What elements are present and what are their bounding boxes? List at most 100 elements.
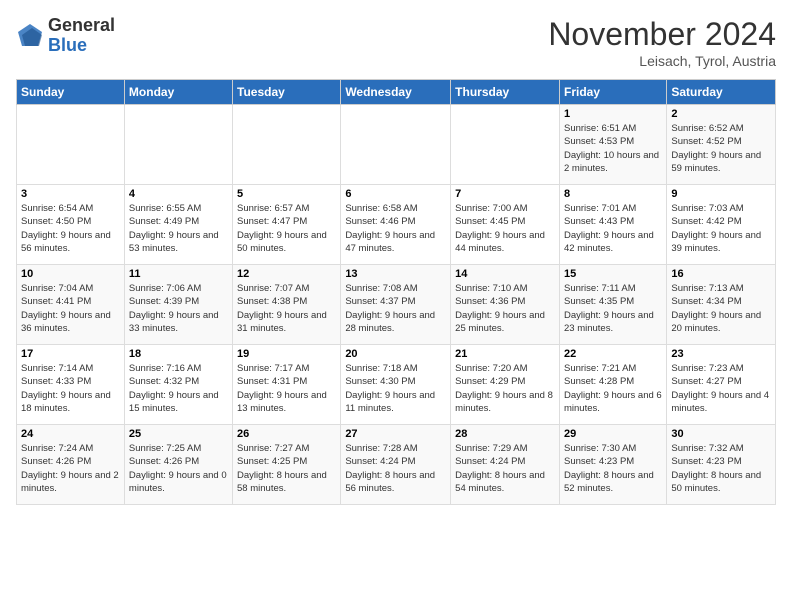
day-number: 1 — [564, 108, 662, 120]
calendar-cell: 25 Sunrise: 7:25 AM Sunset: 4:26 PM Dayli… — [124, 425, 232, 505]
day-info: Sunrise: 6:54 AM Sunset: 4:50 PM Dayligh… — [21, 202, 120, 255]
calendar-week-1: 1 Sunrise: 6:51 AM Sunset: 4:53 PM Daylig… — [17, 105, 776, 185]
calendar-header-row: Sunday Monday Tuesday Wednesday Thursday… — [17, 80, 776, 105]
day-info: Sunrise: 7:18 AM Sunset: 4:30 PM Dayligh… — [345, 362, 446, 415]
day-info: Sunrise: 7:14 AM Sunset: 4:33 PM Dayligh… — [21, 362, 120, 415]
calendar-cell: 17Sunrise: 7:14 AM Sunset: 4:33 PM Dayli… — [17, 345, 125, 425]
calendar-week-2: 3 Sunrise: 6:54 AM Sunset: 4:50 PM Daylig… — [17, 185, 776, 265]
logo: General Blue — [16, 16, 115, 56]
calendar-cell — [17, 105, 125, 185]
header-wednesday: Wednesday — [341, 80, 451, 105]
day-number: 19 — [237, 348, 336, 360]
day-info: Sunrise: 7:24 AM Sunset: 4:26 PM Dayligh… — [21, 442, 120, 495]
day-number: 24 — [21, 428, 120, 440]
day-number: 6 — [345, 188, 446, 200]
day-info: Sunrise: 6:52 AM Sunset: 4:52 PM Dayligh… — [671, 122, 771, 175]
calendar-cell — [233, 105, 341, 185]
day-info: Sunrise: 7:11 AM Sunset: 4:35 PM Dayligh… — [564, 282, 662, 335]
day-number: 14 — [455, 268, 555, 280]
calendar-cell: 19 Sunrise: 7:17 AM Sunset: 4:31 PM Dayli… — [233, 345, 341, 425]
day-number: 21 — [455, 348, 555, 360]
header-thursday: Thursday — [451, 80, 560, 105]
calendar-cell: 18 Sunrise: 7:16 AM Sunset: 4:32 PM Dayli… — [124, 345, 232, 425]
calendar-cell: 23Sunrise: 7:23 AM Sunset: 4:27 PM Dayli… — [667, 345, 776, 425]
month-title: November 2024 — [548, 16, 776, 53]
calendar-cell: 16 Sunrise: 7:13 AM Sunset: 4:34 PM Dayli… — [667, 265, 776, 345]
calendar-table: Sunday Monday Tuesday Wednesday Thursday… — [16, 79, 776, 505]
calendar-cell: 22Sunrise: 7:21 AM Sunset: 4:28 PM Dayli… — [559, 345, 666, 425]
day-number: 25 — [129, 428, 228, 440]
day-info: Sunrise: 6:58 AM Sunset: 4:46 PM Dayligh… — [345, 202, 446, 255]
day-info: Sunrise: 7:00 AM Sunset: 4:45 PM Dayligh… — [455, 202, 555, 255]
day-info: Sunrise: 6:51 AM Sunset: 4:53 PM Dayligh… — [564, 122, 662, 175]
day-info: Sunrise: 7:29 AM Sunset: 4:24 PM Dayligh… — [455, 442, 555, 495]
header-monday: Monday — [124, 80, 232, 105]
calendar-week-5: 24 Sunrise: 7:24 AM Sunset: 4:26 PM Dayli… — [17, 425, 776, 505]
day-number: 27 — [345, 428, 446, 440]
logo-blue: Blue — [48, 35, 87, 55]
location-subtitle: Leisach, Tyrol, Austria — [548, 53, 776, 69]
day-number: 29 — [564, 428, 662, 440]
day-number: 15 — [564, 268, 662, 280]
day-number: 20 — [345, 348, 446, 360]
day-info: Sunrise: 7:23 AM Sunset: 4:27 PM Dayligh… — [671, 362, 771, 415]
calendar-cell: 28Sunrise: 7:29 AM Sunset: 4:24 PM Dayli… — [451, 425, 560, 505]
calendar-week-4: 17Sunrise: 7:14 AM Sunset: 4:33 PM Dayli… — [17, 345, 776, 425]
day-number: 30 — [671, 428, 771, 440]
day-number: 3 — [21, 188, 120, 200]
calendar-cell: 15 Sunrise: 7:11 AM Sunset: 4:35 PM Dayli… — [559, 265, 666, 345]
day-info: Sunrise: 7:27 AM Sunset: 4:25 PM Dayligh… — [237, 442, 336, 495]
day-info: Sunrise: 7:25 AM Sunset: 4:26 PM Dayligh… — [129, 442, 228, 495]
calendar-cell: 5 Sunrise: 6:57 AM Sunset: 4:47 PM Daylig… — [233, 185, 341, 265]
calendar-cell: 29Sunrise: 7:30 AM Sunset: 4:23 PM Dayli… — [559, 425, 666, 505]
calendar-cell: 9Sunrise: 7:03 AM Sunset: 4:42 PM Daylig… — [667, 185, 776, 265]
header-sunday: Sunday — [17, 80, 125, 105]
calendar-cell: 13 Sunrise: 7:08 AM Sunset: 4:37 PM Dayli… — [341, 265, 451, 345]
day-info: Sunrise: 7:28 AM Sunset: 4:24 PM Dayligh… — [345, 442, 446, 495]
calendar-cell: 1 Sunrise: 6:51 AM Sunset: 4:53 PM Daylig… — [559, 105, 666, 185]
day-info: Sunrise: 7:10 AM Sunset: 4:36 PM Dayligh… — [455, 282, 555, 335]
day-number: 16 — [671, 268, 771, 280]
calendar-cell: 4 Sunrise: 6:55 AM Sunset: 4:49 PM Daylig… — [124, 185, 232, 265]
day-info: Sunrise: 7:03 AM Sunset: 4:42 PM Dayligh… — [671, 202, 771, 255]
calendar-cell: 7Sunrise: 7:00 AM Sunset: 4:45 PM Daylig… — [451, 185, 560, 265]
calendar-cell: 11Sunrise: 7:06 AM Sunset: 4:39 PM Dayli… — [124, 265, 232, 345]
day-info: Sunrise: 6:55 AM Sunset: 4:49 PM Dayligh… — [129, 202, 228, 255]
logo-text: General Blue — [48, 16, 115, 56]
day-info: Sunrise: 7:17 AM Sunset: 4:31 PM Dayligh… — [237, 362, 336, 415]
header-friday: Friday — [559, 80, 666, 105]
calendar-cell: 14 Sunrise: 7:10 AM Sunset: 4:36 PM Dayli… — [451, 265, 560, 345]
calendar-cell: 12Sunrise: 7:07 AM Sunset: 4:38 PM Dayli… — [233, 265, 341, 345]
day-number: 2 — [671, 108, 771, 120]
day-info: Sunrise: 7:13 AM Sunset: 4:34 PM Dayligh… — [671, 282, 771, 335]
header-tuesday: Tuesday — [233, 80, 341, 105]
page-header: General Blue November 2024 Leisach, Tyro… — [16, 16, 776, 69]
day-number: 5 — [237, 188, 336, 200]
day-info: Sunrise: 7:07 AM Sunset: 4:38 PM Dayligh… — [237, 282, 336, 335]
calendar-cell: 2 Sunrise: 6:52 AM Sunset: 4:52 PM Daylig… — [667, 105, 776, 185]
day-info: Sunrise: 7:01 AM Sunset: 4:43 PM Dayligh… — [564, 202, 662, 255]
day-info: Sunrise: 7:20 AM Sunset: 4:29 PM Dayligh… — [455, 362, 555, 415]
day-info: Sunrise: 6:57 AM Sunset: 4:47 PM Dayligh… — [237, 202, 336, 255]
calendar-cell: 30 Sunrise: 7:32 AM Sunset: 4:23 PM Dayli… — [667, 425, 776, 505]
day-number: 26 — [237, 428, 336, 440]
logo-icon — [16, 22, 44, 50]
calendar-cell: 24 Sunrise: 7:24 AM Sunset: 4:26 PM Dayli… — [17, 425, 125, 505]
day-info: Sunrise: 7:08 AM Sunset: 4:37 PM Dayligh… — [345, 282, 446, 335]
calendar-cell: 20 Sunrise: 7:18 AM Sunset: 4:30 PM Dayli… — [341, 345, 451, 425]
day-info: Sunrise: 7:04 AM Sunset: 4:41 PM Dayligh… — [21, 282, 120, 335]
header-saturday: Saturday — [667, 80, 776, 105]
day-number: 18 — [129, 348, 228, 360]
calendar-cell: 10Sunrise: 7:04 AM Sunset: 4:41 PM Dayli… — [17, 265, 125, 345]
day-number: 13 — [345, 268, 446, 280]
day-number: 11 — [129, 268, 228, 280]
calendar-week-3: 10Sunrise: 7:04 AM Sunset: 4:41 PM Dayli… — [17, 265, 776, 345]
day-info: Sunrise: 7:16 AM Sunset: 4:32 PM Dayligh… — [129, 362, 228, 415]
calendar-cell: 6 Sunrise: 6:58 AM Sunset: 4:46 PM Daylig… — [341, 185, 451, 265]
day-info: Sunrise: 7:32 AM Sunset: 4:23 PM Dayligh… — [671, 442, 771, 495]
day-number: 4 — [129, 188, 228, 200]
day-number: 22 — [564, 348, 662, 360]
logo-general: General — [48, 15, 115, 35]
calendar-cell — [451, 105, 560, 185]
calendar-cell: 8Sunrise: 7:01 AM Sunset: 4:43 PM Daylig… — [559, 185, 666, 265]
